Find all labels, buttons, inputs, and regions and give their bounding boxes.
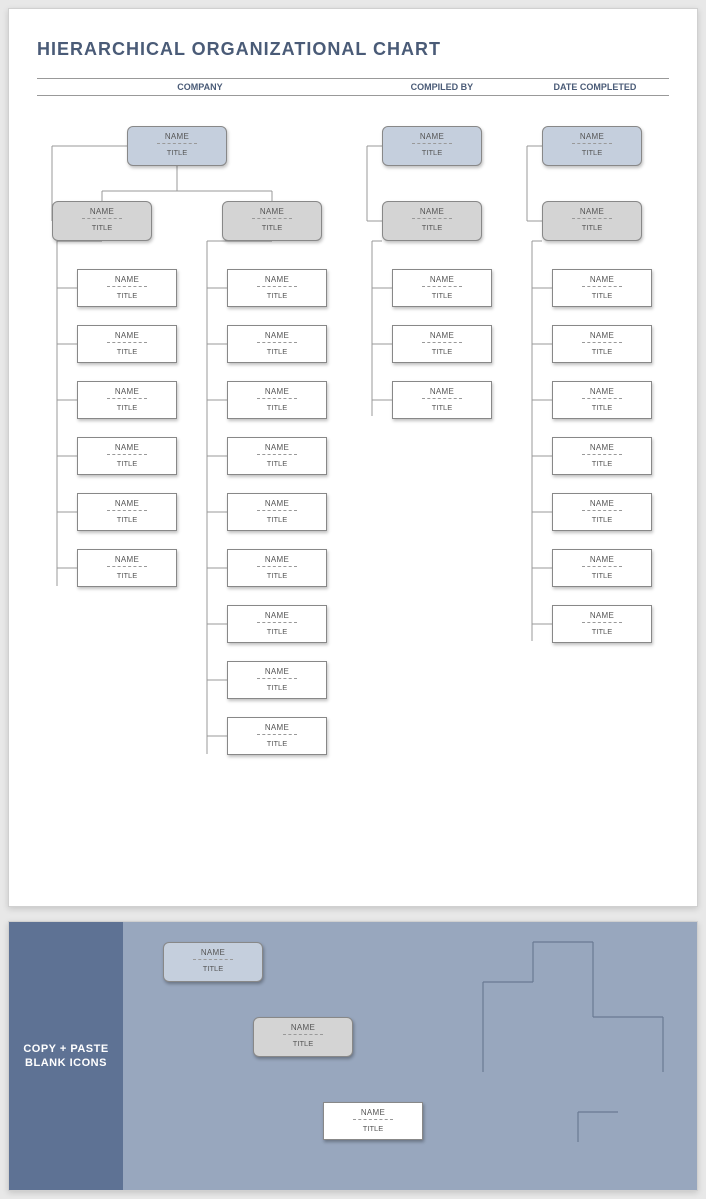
- org-chart-page: HIERARCHICAL ORGANIZATIONAL CHART COMPAN…: [8, 8, 698, 907]
- header-compiled-by: COMPILED BY: [363, 82, 521, 92]
- node-title: TITLE: [128, 145, 226, 157]
- node-level2[interactable]: NAMETITLE: [382, 201, 482, 241]
- palette-node-white[interactable]: NAMETITLE: [323, 1102, 423, 1140]
- palette-label: COPY + PASTE BLANK ICONS: [9, 922, 123, 1190]
- page-title: HIERARCHICAL ORGANIZATIONAL CHART: [37, 39, 669, 60]
- node-name: NAME: [128, 132, 226, 141]
- node-leaf[interactable]: NAMETITLE: [227, 661, 327, 699]
- node-level2[interactable]: NAMETITLE: [542, 201, 642, 241]
- palette-panel: COPY + PASTE BLANK ICONS NAMETITLE NAMET…: [8, 921, 698, 1191]
- header-row: COMPANY COMPILED BY DATE COMPLETED: [37, 78, 669, 96]
- node-leaf[interactable]: NAMETITLE: [227, 269, 327, 307]
- palette-node-blue[interactable]: NAMETITLE: [163, 942, 263, 982]
- node-level2[interactable]: NAMETITLE: [52, 201, 152, 241]
- header-date-completed: DATE COMPLETED: [521, 82, 669, 92]
- node-leaf[interactable]: NAMETITLE: [77, 325, 177, 363]
- node-leaf[interactable]: NAMETITLE: [227, 493, 327, 531]
- node-leaf[interactable]: NAMETITLE: [552, 325, 652, 363]
- chart-canvas: NAME TITLE NAMETITLE NAMETITLE NAMETITLE…: [37, 106, 677, 866]
- node-leaf[interactable]: NAMETITLE: [77, 549, 177, 587]
- node-leaf[interactable]: NAMETITLE: [552, 605, 652, 643]
- node-leaf[interactable]: NAMETITLE: [552, 549, 652, 587]
- node-leaf[interactable]: NAMETITLE: [77, 437, 177, 475]
- palette-canvas: NAMETITLE NAMETITLE NAMETITLE: [123, 922, 697, 1190]
- node-leaf[interactable]: NAMETITLE: [77, 493, 177, 531]
- node-leaf[interactable]: NAMETITLE: [227, 325, 327, 363]
- node-root[interactable]: NAME TITLE: [127, 126, 227, 166]
- node-leaf[interactable]: NAMETITLE: [552, 437, 652, 475]
- node-root[interactable]: NAMETITLE: [542, 126, 642, 166]
- node-leaf[interactable]: NAMETITLE: [227, 437, 327, 475]
- node-leaf[interactable]: NAMETITLE: [227, 717, 327, 755]
- palette-node-gray[interactable]: NAMETITLE: [253, 1017, 353, 1057]
- node-leaf[interactable]: NAMETITLE: [227, 549, 327, 587]
- node-leaf[interactable]: NAMETITLE: [552, 381, 652, 419]
- node-leaf[interactable]: NAMETITLE: [227, 605, 327, 643]
- node-leaf[interactable]: NAMETITLE: [77, 269, 177, 307]
- header-company: COMPANY: [37, 82, 363, 92]
- node-leaf[interactable]: NAMETITLE: [77, 381, 177, 419]
- node-leaf[interactable]: NAMETITLE: [392, 269, 492, 307]
- node-level2[interactable]: NAMETITLE: [222, 201, 322, 241]
- node-leaf[interactable]: NAMETITLE: [552, 269, 652, 307]
- node-leaf[interactable]: NAMETITLE: [552, 493, 652, 531]
- node-leaf[interactable]: NAMETITLE: [392, 381, 492, 419]
- node-leaf[interactable]: NAMETITLE: [227, 381, 327, 419]
- node-leaf[interactable]: NAMETITLE: [392, 325, 492, 363]
- node-root[interactable]: NAMETITLE: [382, 126, 482, 166]
